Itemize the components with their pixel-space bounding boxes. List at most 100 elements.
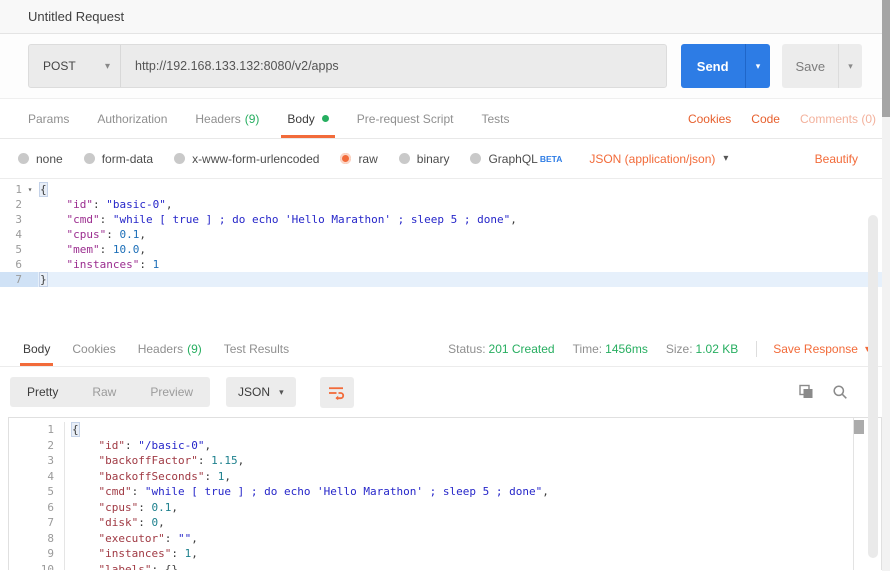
code-line[interactable]: 9 "instances": 1, [9,546,881,562]
response-tab-body[interactable]: Body [12,332,61,366]
save-response-button[interactable]: Save Response ▾ [773,342,870,356]
code-line[interactable]: 3 "cmd": "while [ true ] ; do echo 'Hell… [0,212,890,227]
response-stats: Status:201 Created Time:1456ms Size:1.02… [430,332,878,366]
code-line[interactable]: 3 "backoffFactor": 1.15, [9,453,881,469]
code-line[interactable]: 7} [0,272,890,287]
line-gutter: 8 [9,531,65,547]
fold-toggle-icon[interactable]: ▾ [22,182,38,197]
response-tab-headers-label: Headers [138,342,183,356]
send-options-button[interactable]: ▾ [745,44,771,88]
response-toolbar-right [798,384,848,400]
code-line-text: "mem": 10.0, [38,242,890,257]
line-number: 3 [0,212,22,227]
code-link[interactable]: Code [751,112,780,126]
code-line-text: "instances": 1 [38,257,890,272]
code-line-text: "cmd": "while [ true ] ; do echo 'Hello … [65,484,881,500]
comments-link[interactable]: Comments (0) [800,112,876,126]
pane-scrollbar-thumb[interactable] [868,215,878,558]
response-body-panel: 1{2 "id": "/basic-0",3 "backoffFactor": … [8,417,882,570]
code-line-text: { [65,422,881,438]
response-tab-test-results[interactable]: Test Results [213,332,300,366]
tab-body[interactable]: Body [273,99,342,138]
view-pretty-button[interactable]: Pretty [10,377,75,407]
content-type-select[interactable]: JSON (application/json) ▾ [589,152,728,166]
save-response-label: Save Response [773,342,858,356]
code-line-text: "backoffSeconds": 1, [65,469,881,485]
fold-gutter-spacer [22,197,38,212]
body-type-form-data-label: form-data [102,152,153,166]
line-gutter: 2 [0,197,38,212]
line-number: 5 [18,484,64,500]
request-body-editor[interactable]: 1▾{2 "id": "basic-0",3 "cmd": "while [ t… [0,178,890,332]
line-gutter: 4 [9,469,65,485]
line-number: 7 [0,272,22,287]
chevron-down-icon: ▾ [756,61,761,72]
code-line[interactable]: 5 "mem": 10.0, [0,242,890,257]
search-icon [832,384,848,400]
response-tab-test-results-label: Test Results [224,342,289,356]
code-line[interactable]: 7 "disk": 0, [9,515,881,531]
tab-authorization-label: Authorization [97,112,167,126]
line-gutter: 5 [9,484,65,500]
line-gutter: 5 [0,242,38,257]
save-options-button[interactable]: ▾ [838,44,862,88]
response-tab-cookies-label: Cookies [72,342,115,356]
code-line[interactable]: 1{ [9,422,881,438]
window-scrollbar-thumb[interactable] [882,0,890,117]
response-language-select[interactable]: JSON ▾ [226,377,296,407]
tab-authorization[interactable]: Authorization [83,99,181,138]
tab-params[interactable]: Params [14,99,83,138]
code-line-text: "id": "basic-0", [38,197,890,212]
code-line[interactable]: 2 "id": "basic-0", [0,197,890,212]
copy-response-button[interactable] [798,384,814,400]
method-select[interactable]: POST ▾ [29,45,121,87]
response-tab-cookies[interactable]: Cookies [61,332,126,366]
code-line-text: "disk": 0, [65,515,881,531]
body-type-urlencoded[interactable]: x-www-form-urlencoded [174,152,319,166]
view-raw-button[interactable]: Raw [75,377,133,407]
request-tabs-right: Cookies Code Comments (0) [688,99,876,138]
code-line[interactable]: 5 "cmd": "while [ true ] ; do echo 'Hell… [9,484,881,500]
body-type-form-data[interactable]: form-data [84,152,153,166]
body-type-raw[interactable]: raw [340,152,377,166]
text-cursor [47,274,48,286]
request-title-bar: Untitled Request [0,0,890,34]
response-body-editor[interactable]: 1{2 "id": "/basic-0",3 "backoffFactor": … [9,418,881,570]
wrap-text-button[interactable] [320,377,354,408]
body-type-binary[interactable]: binary [399,152,450,166]
line-number: 4 [0,227,22,242]
window-scrollbar-track[interactable] [882,0,890,571]
view-preview-button[interactable]: Preview [133,377,210,407]
code-line[interactable]: 6 "cpus": 0.1, [9,500,881,516]
line-number: 10 [18,562,64,571]
code-line[interactable]: 4 "cpus": 0.1, [0,227,890,242]
code-line[interactable]: 6 "instances": 1 [0,257,890,272]
beautify-link[interactable]: Beautify [815,152,858,166]
code-line[interactable]: 1▾{ [0,182,890,197]
code-line[interactable]: 8 "executor": "", [9,531,881,547]
body-type-none[interactable]: none [18,152,63,166]
line-gutter: 1▾ [0,182,38,197]
code-line[interactable]: 4 "backoffSeconds": 1, [9,469,881,485]
line-number: 1 [0,182,22,197]
line-number: 6 [18,500,64,516]
tab-headers[interactable]: Headers (9) [181,99,273,138]
search-response-button[interactable] [832,384,848,400]
body-type-raw-label: raw [358,152,377,166]
code-line-text: "cpus": 0.1, [38,227,890,242]
tab-tests[interactable]: Tests [467,99,523,138]
method-label: POST [43,59,76,73]
code-line-text: "cmd": "while [ true ] ; do echo 'Hello … [38,212,890,227]
response-tab-headers[interactable]: Headers (9) [127,332,213,366]
tab-pre-request-script[interactable]: Pre-request Script [343,99,468,138]
send-button[interactable]: Send [681,44,745,88]
response-view-toolbar: Pretty Raw Preview JSON ▾ [0,367,890,417]
save-button[interactable]: Save [782,44,838,88]
line-gutter: 7 [9,515,65,531]
url-input[interactable]: http://192.168.133.132:8080/v2/apps [121,45,666,87]
code-line[interactable]: 2 "id": "/basic-0", [9,438,881,454]
response-scrollbar-thumb[interactable] [854,420,864,434]
cookies-link[interactable]: Cookies [688,112,731,126]
body-type-graphql[interactable]: GraphQL BETA [470,152,562,166]
code-line[interactable]: 10 "labels": {} [9,562,881,571]
